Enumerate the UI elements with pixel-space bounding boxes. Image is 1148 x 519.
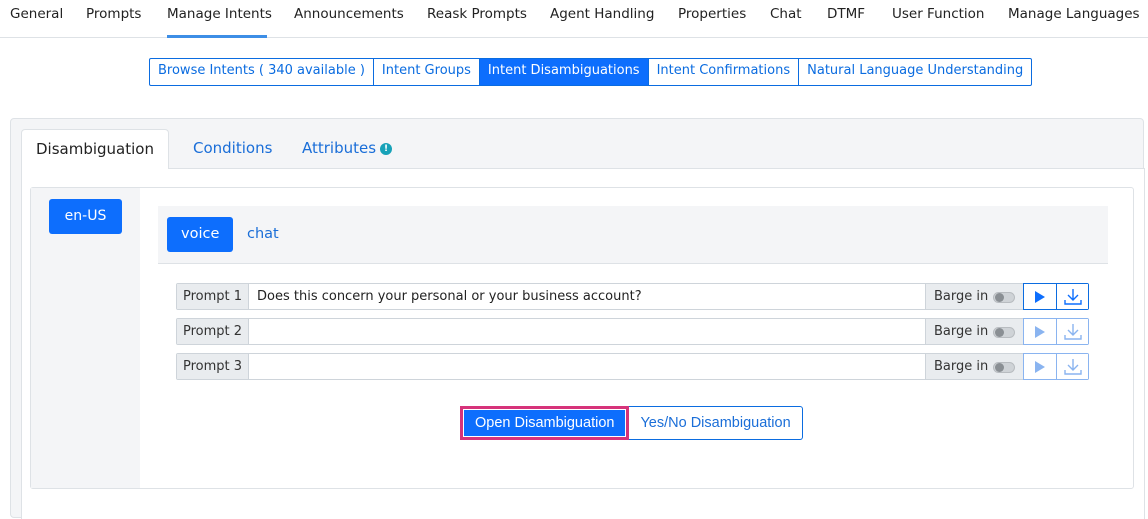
prompt-actions <box>1023 353 1089 380</box>
info-icon[interactable]: ! <box>380 143 393 155</box>
nav-item-reask-prompts[interactable]: Reask Prompts <box>427 0 527 38</box>
subtab-intent-confirmations[interactable]: Intent Confirmations <box>649 59 800 85</box>
play-button[interactable] <box>1024 319 1056 344</box>
nav-item-general[interactable]: General <box>10 0 63 38</box>
tab-disambiguation[interactable]: Disambiguation <box>21 129 169 170</box>
prompt-actions <box>1023 283 1089 310</box>
barge-in-label: Barge in <box>934 324 989 339</box>
barge-in-toggle[interactable] <box>993 327 1015 338</box>
barge-in-label: Barge in <box>934 359 989 374</box>
language-column: en-US <box>31 188 140 488</box>
channel-chat-link[interactable]: chat <box>233 217 293 252</box>
play-icon <box>1035 290 1045 303</box>
prompt-input[interactable] <box>249 354 925 379</box>
barge-in-label: Barge in <box>934 289 989 304</box>
tab-conditions[interactable]: Conditions <box>179 129 286 169</box>
prompt-label: Prompt 3 <box>177 354 249 379</box>
download-icon <box>1063 358 1082 375</box>
prompt-actions <box>1023 318 1089 345</box>
prompt-row: Prompt 3 Barge in <box>176 353 1089 380</box>
language-button-en-us[interactable]: en-US <box>49 199 122 234</box>
yes-no-disambiguation-button[interactable]: Yes/No Disambiguation <box>629 406 803 440</box>
download-icon <box>1063 288 1082 305</box>
subtab-natural-language-understanding[interactable]: Natural Language Understanding <box>799 59 1031 85</box>
barge-in-control: Barge in <box>925 319 1023 344</box>
nav-item-dtmf[interactable]: DTMF <box>827 0 865 38</box>
nav-item-prompts[interactable]: Prompts <box>86 0 141 38</box>
nav-item-user-function[interactable]: User Function <box>892 0 984 38</box>
prompt-label: Prompt 2 <box>177 319 249 344</box>
prompt-label: Prompt 1 <box>177 284 249 309</box>
nav-item-chat[interactable]: Chat <box>770 0 802 38</box>
download-button[interactable] <box>1056 284 1088 309</box>
play-icon <box>1035 325 1045 338</box>
open-disambiguation-button[interactable]: Open Disambiguation <box>460 406 630 440</box>
barge-in-control: Barge in <box>925 354 1023 379</box>
download-button[interactable] <box>1056 319 1088 344</box>
intent-subtabs: Browse Intents ( 340 available ) Intent … <box>149 58 1033 86</box>
nav-item-announcements[interactable]: Announcements <box>294 0 404 38</box>
tab-panel-disambiguation: en-US voice chat Prompt 1 Barge in <box>21 169 1145 519</box>
nav-item-manage-languages[interactable]: Manage Languages <box>1008 0 1140 38</box>
barge-in-toggle[interactable] <box>993 292 1015 303</box>
play-button[interactable] <box>1024 354 1056 379</box>
prompt-row: Prompt 2 Barge in <box>176 318 1089 345</box>
prompt-input[interactable] <box>249 319 925 344</box>
disambiguation-type-group: Open Disambiguation Yes/No Disambiguatio… <box>460 406 803 440</box>
subtab-intent-disambiguations[interactable]: Intent Disambiguations <box>479 59 649 85</box>
play-icon <box>1035 360 1045 373</box>
language-card: en-US voice chat Prompt 1 Barge in <box>30 187 1134 489</box>
top-nav: General Prompts Manage Intents Announcem… <box>0 0 1148 38</box>
nav-item-agent-handling[interactable]: Agent Handling <box>550 0 654 38</box>
download-icon <box>1063 323 1082 340</box>
disambiguation-card: Disambiguation Conditions Attributes! en… <box>10 118 1145 519</box>
nav-item-properties[interactable]: Properties <box>678 0 746 38</box>
subtab-intent-groups[interactable]: Intent Groups <box>374 59 480 85</box>
panel-tabbar: Disambiguation Conditions Attributes! <box>21 129 1145 170</box>
prompt-input[interactable] <box>249 284 925 309</box>
channel-voice-button[interactable]: voice <box>167 217 234 252</box>
download-button[interactable] <box>1056 354 1088 379</box>
prompt-row: Prompt 1 Barge in <box>176 283 1089 310</box>
nav-item-manage-intents[interactable]: Manage Intents <box>167 0 272 38</box>
play-button[interactable] <box>1024 284 1056 309</box>
tab-attributes[interactable]: Attributes! <box>288 129 406 169</box>
subtab-browse-intents[interactable]: Browse Intents ( 340 available ) <box>150 59 374 85</box>
channel-bar: voice chat <box>158 206 1108 264</box>
barge-in-toggle[interactable] <box>993 362 1015 373</box>
barge-in-control: Barge in <box>925 284 1023 309</box>
